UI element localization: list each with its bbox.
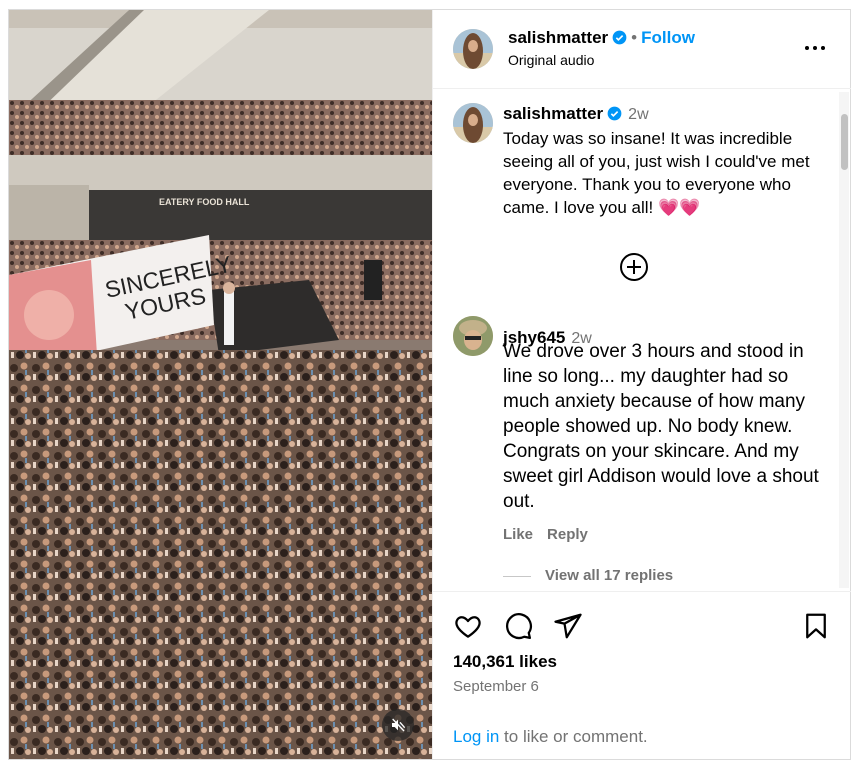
- engagement-bar: 140,361 likes September 6 Log in to like…: [433, 591, 851, 760]
- verified-badge-icon: [607, 106, 622, 126]
- login-prompt: Log in to like or comment.: [453, 727, 648, 747]
- share-icon[interactable]: [553, 611, 583, 641]
- replies-divider: [503, 575, 531, 577]
- author-username[interactable]: salishmatter: [508, 28, 608, 47]
- post-date[interactable]: September 6: [453, 678, 539, 695]
- food-hall-sign: EATERY FOOD HALL: [159, 197, 250, 207]
- commenter-avatar-image: [453, 316, 493, 356]
- comment-icon[interactable]: [503, 611, 533, 641]
- author-avatar[interactable]: [453, 29, 493, 69]
- caption-text: Today was so insane! It was incredible s…: [503, 129, 810, 217]
- comment-text: We drove over 3 hours and stood in line …: [503, 341, 819, 512]
- caption-author-avatar-image: [453, 103, 493, 143]
- caption-username[interactable]: salishmatter: [503, 104, 603, 123]
- verified-badge-icon: [612, 30, 627, 50]
- follow-button[interactable]: Follow: [641, 28, 695, 47]
- more-options-icon[interactable]: [805, 38, 825, 58]
- view-replies-label: View all 17 replies: [545, 567, 674, 584]
- mute-toggle-button[interactable]: [382, 709, 414, 741]
- comment-actions: Like Reply: [503, 526, 602, 543]
- separator-dot: •: [631, 28, 638, 47]
- login-link[interactable]: Log in: [453, 727, 499, 746]
- comment-reply-button[interactable]: Reply: [547, 526, 588, 543]
- commenter-avatar[interactable]: [453, 316, 493, 356]
- comment-like-button[interactable]: Like: [503, 526, 533, 543]
- bookmark-icon[interactable]: [801, 611, 831, 641]
- caption-username-row: salishmatter 2w: [503, 104, 649, 126]
- comments-section: salishmatter 2w Today was so insane! It w…: [433, 89, 851, 591]
- login-prompt-text: to like or comment.: [499, 727, 648, 746]
- comments-scrollbar[interactable]: [839, 92, 849, 588]
- post-header: salishmatter • Follow Original audio: [433, 10, 851, 89]
- heart-icon[interactable]: [453, 611, 483, 641]
- post-video[interactable]: EATERY FOOD HALL SINCERELY YOURS: [9, 10, 432, 759]
- author-username-row: salishmatter • Follow: [508, 28, 695, 50]
- likes-count[interactable]: 140,361 likes: [453, 652, 557, 672]
- post-details-panel: salishmatter • Follow Original audio salis…: [432, 10, 851, 759]
- add-circle-icon[interactable]: [619, 252, 649, 282]
- caption-author-avatar[interactable]: [453, 103, 493, 143]
- caption-time[interactable]: 2w: [628, 106, 648, 123]
- crowd-scene-image: EATERY FOOD HALL SINCERELY YOURS: [9, 10, 432, 759]
- author-avatar-image: [453, 29, 493, 69]
- post-frame: EATERY FOOD HALL SINCERELY YOURS salishm…: [8, 9, 851, 760]
- audio-label[interactable]: Original audio: [508, 52, 594, 68]
- muted-speaker-icon: [392, 718, 406, 732]
- scrollbar-thumb[interactable]: [841, 114, 848, 170]
- view-replies-button[interactable]: View all 17 replies: [503, 567, 673, 584]
